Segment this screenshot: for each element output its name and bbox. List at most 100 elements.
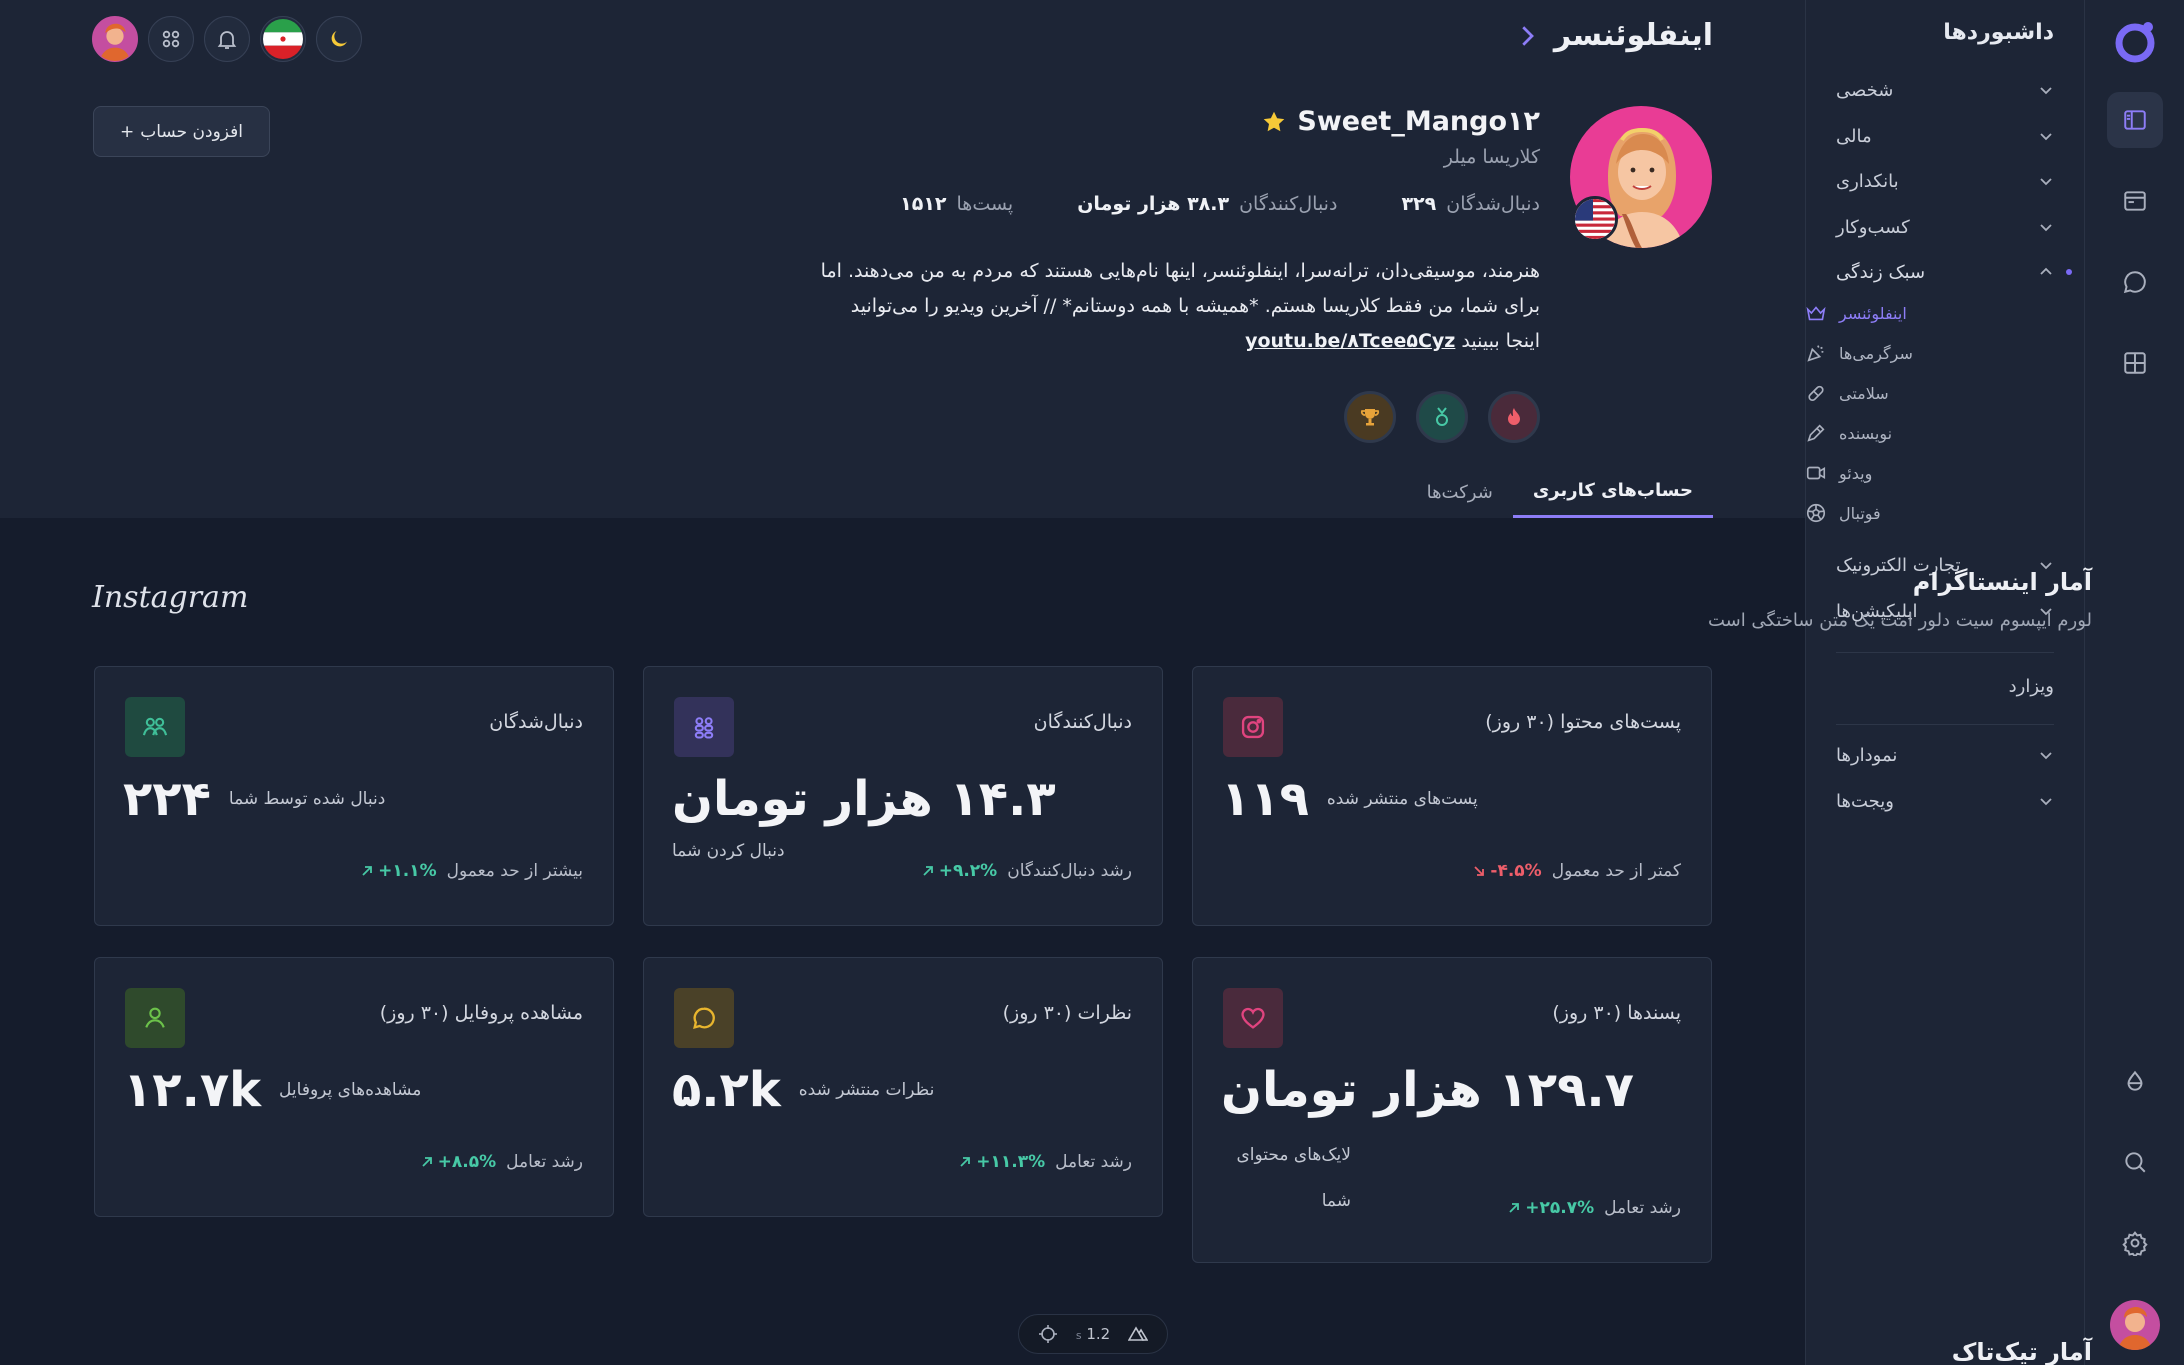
menu-item-wizard[interactable]: ویزارد — [2009, 676, 2054, 697]
medal-badge-icon[interactable] — [1416, 391, 1468, 443]
search-icon[interactable] — [2107, 1134, 2163, 1190]
chevron-down-icon — [2040, 178, 2052, 186]
add-account-button[interactable]: افزودن حساب + — [93, 106, 270, 157]
menu-title: داشبوردها — [1943, 20, 2054, 45]
trend-value: +۱۱.۳% — [976, 1152, 1046, 1172]
render-time-unit: s — [1075, 1329, 1082, 1342]
chevron-right-icon[interactable] — [1512, 21, 1542, 51]
fire-badge-icon[interactable] — [1488, 391, 1540, 443]
bell-icon[interactable] — [204, 16, 250, 62]
header-avatar[interactable] — [92, 16, 138, 62]
trend-percent: -۴.۵% — [1472, 861, 1542, 881]
card-value: ۵.۲k — [672, 1062, 781, 1118]
stat-value: ۱۵۱۲ — [900, 193, 947, 215]
stat-label: دنبال‌شدگان — [1446, 193, 1540, 215]
drop-icon[interactable] — [2107, 1053, 2163, 1109]
star-icon — [1264, 111, 1285, 131]
comment-icon — [674, 988, 734, 1048]
apps-icon[interactable] — [148, 16, 194, 62]
stat-card-following: دنبال‌شدگان ۲۲۴ دنبال شده توسط شما +۱.۱%… — [94, 666, 614, 926]
chevron-down-icon — [2040, 798, 2052, 806]
menu-item-label: ویجت‌ها — [1836, 790, 1894, 812]
trend-label: بیشتر از حد معمول — [446, 861, 583, 881]
tab-user-accounts[interactable]: حساب‌های کاربری — [1512, 466, 1713, 518]
card-value: ۲۲۴ — [123, 771, 211, 827]
sub-item-influencer[interactable]: اینفلوئنسر — [1805, 294, 2084, 332]
sub-item-football[interactable]: فوتبال — [1805, 494, 2084, 532]
menu-item-lifestyle[interactable]: سبک زندگی — [1836, 252, 2072, 292]
menu-item-label: بانکداری — [1836, 170, 1899, 192]
instagram-icon — [1223, 697, 1283, 757]
sub-item-label: ویدئو — [1839, 463, 1873, 483]
menu-item-charts[interactable]: نمودارها — [1836, 735, 2054, 775]
video-icon — [1806, 466, 1826, 480]
stat-card-followers: دنبال‌کنندگان ۱۴.۳ هزار تومان دنبال کردن… — [643, 666, 1163, 926]
party-icon — [1807, 345, 1824, 362]
trophy-badge-icon[interactable] — [1344, 391, 1396, 443]
browser-icon[interactable] — [2107, 173, 2163, 229]
stat-posts: ۱۵۱۲ پست‌ها — [900, 193, 1013, 215]
user-avatar[interactable] — [2110, 1300, 2160, 1350]
card-value: ۱۲۹.۷ هزار تومان — [1221, 1062, 1634, 1118]
gear-icon[interactable] — [2107, 1215, 2163, 1271]
plus-icon: + — [120, 121, 135, 142]
sub-item-hobbies[interactable]: سرگرمی‌ها — [1805, 334, 2084, 372]
stat-following: ۳۲۹ دنبال‌شدگان — [1401, 193, 1540, 215]
chat-icon[interactable] — [2107, 254, 2163, 310]
card-value: ۱۱۹ — [1221, 771, 1309, 827]
chevron-down-icon — [2040, 87, 2052, 95]
menu-item-finance[interactable]: مالی — [1836, 116, 2054, 156]
add-account-label: افزودن حساب — [140, 121, 244, 142]
layout-icon[interactable] — [2107, 92, 2163, 148]
menu-item-banking[interactable]: بانکداری — [1836, 161, 2054, 201]
chevron-up-icon — [2040, 267, 2052, 275]
active-dot — [2066, 269, 2072, 275]
trend-percent: +۱.۱% — [360, 861, 437, 881]
menu-item-personal[interactable]: شخصی — [1836, 70, 2054, 110]
bio-text: اینجا ببینید — [1461, 330, 1540, 352]
instagram-section-subtitle: لورم ایپسوم سیت دلور امت یک متن ساختگی ا… — [1707, 610, 2092, 631]
sub-item-label: اینفلوئنسر — [1839, 303, 1907, 323]
chevron-down-icon — [2040, 133, 2052, 141]
profile-header: اینفلوئنسر افزودن حساب + Sweet_Mango۱۲ ک… — [0, 0, 1805, 518]
trend-value: +۹.۲% — [938, 861, 998, 881]
menu-item-business[interactable]: کسب‌وکار — [1836, 207, 2054, 247]
card-description: نظرات منتشر شده — [798, 1080, 935, 1100]
bio-link[interactable]: youtu.be/۸Tcee۵Cyz — [1245, 330, 1455, 352]
chevron-down-icon — [2040, 752, 2052, 760]
card-footer: +۱۱.۳% رشد تعامل — [958, 1152, 1132, 1172]
stat-value: ۳۲۹ — [1401, 193, 1437, 215]
page-title: اینفلوئنسر — [1553, 18, 1713, 53]
render-time-value: 1.2 — [1086, 1325, 1111, 1343]
moon-icon[interactable] — [316, 16, 362, 62]
crosshair-icon[interactable] — [1038, 1324, 1058, 1344]
arrow-up-right-icon — [1509, 1203, 1520, 1213]
render-time: s 1.2 — [1076, 1325, 1110, 1343]
sub-item-video[interactable]: ویدئو — [1805, 454, 2084, 492]
stat-value: ۳۸.۳ هزار تومان — [1077, 193, 1230, 215]
grid-icon[interactable] — [2107, 335, 2163, 391]
nuxt-icon[interactable] — [1128, 1324, 1149, 1344]
menu-divider — [1836, 652, 2054, 653]
sub-item-writer[interactable]: نویسنده — [1805, 414, 2084, 452]
users-icon — [125, 697, 185, 757]
brand-logo-icon[interactable] — [2112, 18, 2158, 64]
card-footer: -۴.۵% کمتر از حد معمول — [1472, 861, 1681, 881]
card-description: دنبال شده توسط شما — [228, 789, 386, 809]
card-description: دنبال کردن شما — [672, 841, 785, 861]
trend-label: رشد تعامل — [1604, 1198, 1681, 1218]
profile-full-name: کلاریسا میلر — [1443, 146, 1540, 168]
card-footer: +۲۵.۷% رشد تعامل — [1507, 1198, 1681, 1218]
pill-icon — [1808, 385, 1824, 402]
stat-card-likes: پسندها (۳۰ روز) ۱۲۹.۷ هزار تومان لایک‌ها… — [1192, 957, 1712, 1263]
sub-item-health[interactable]: سلامتی — [1805, 374, 2084, 412]
card-main: ۱۲.۷k مشاهده‌های پروفایل — [123, 1060, 583, 1120]
card-title: مشاهده پروفایل (۳۰ روز) — [379, 1002, 583, 1024]
iran-flag-icon[interactable] — [260, 16, 306, 62]
sub-item-label: سرگرمی‌ها — [1839, 343, 1913, 363]
tab-companies[interactable]: شرکت‌ها — [1407, 466, 1513, 518]
trend-value: +۱.۱% — [378, 861, 437, 881]
sidebar-menu: داشبوردها شخصی مالی بانکداری کسب‌وکار سب… — [1805, 0, 2084, 1365]
menu-item-widgets[interactable]: ویجت‌ها — [1836, 781, 2054, 821]
card-title: پسندها (۳۰ روز) — [1552, 1002, 1681, 1024]
